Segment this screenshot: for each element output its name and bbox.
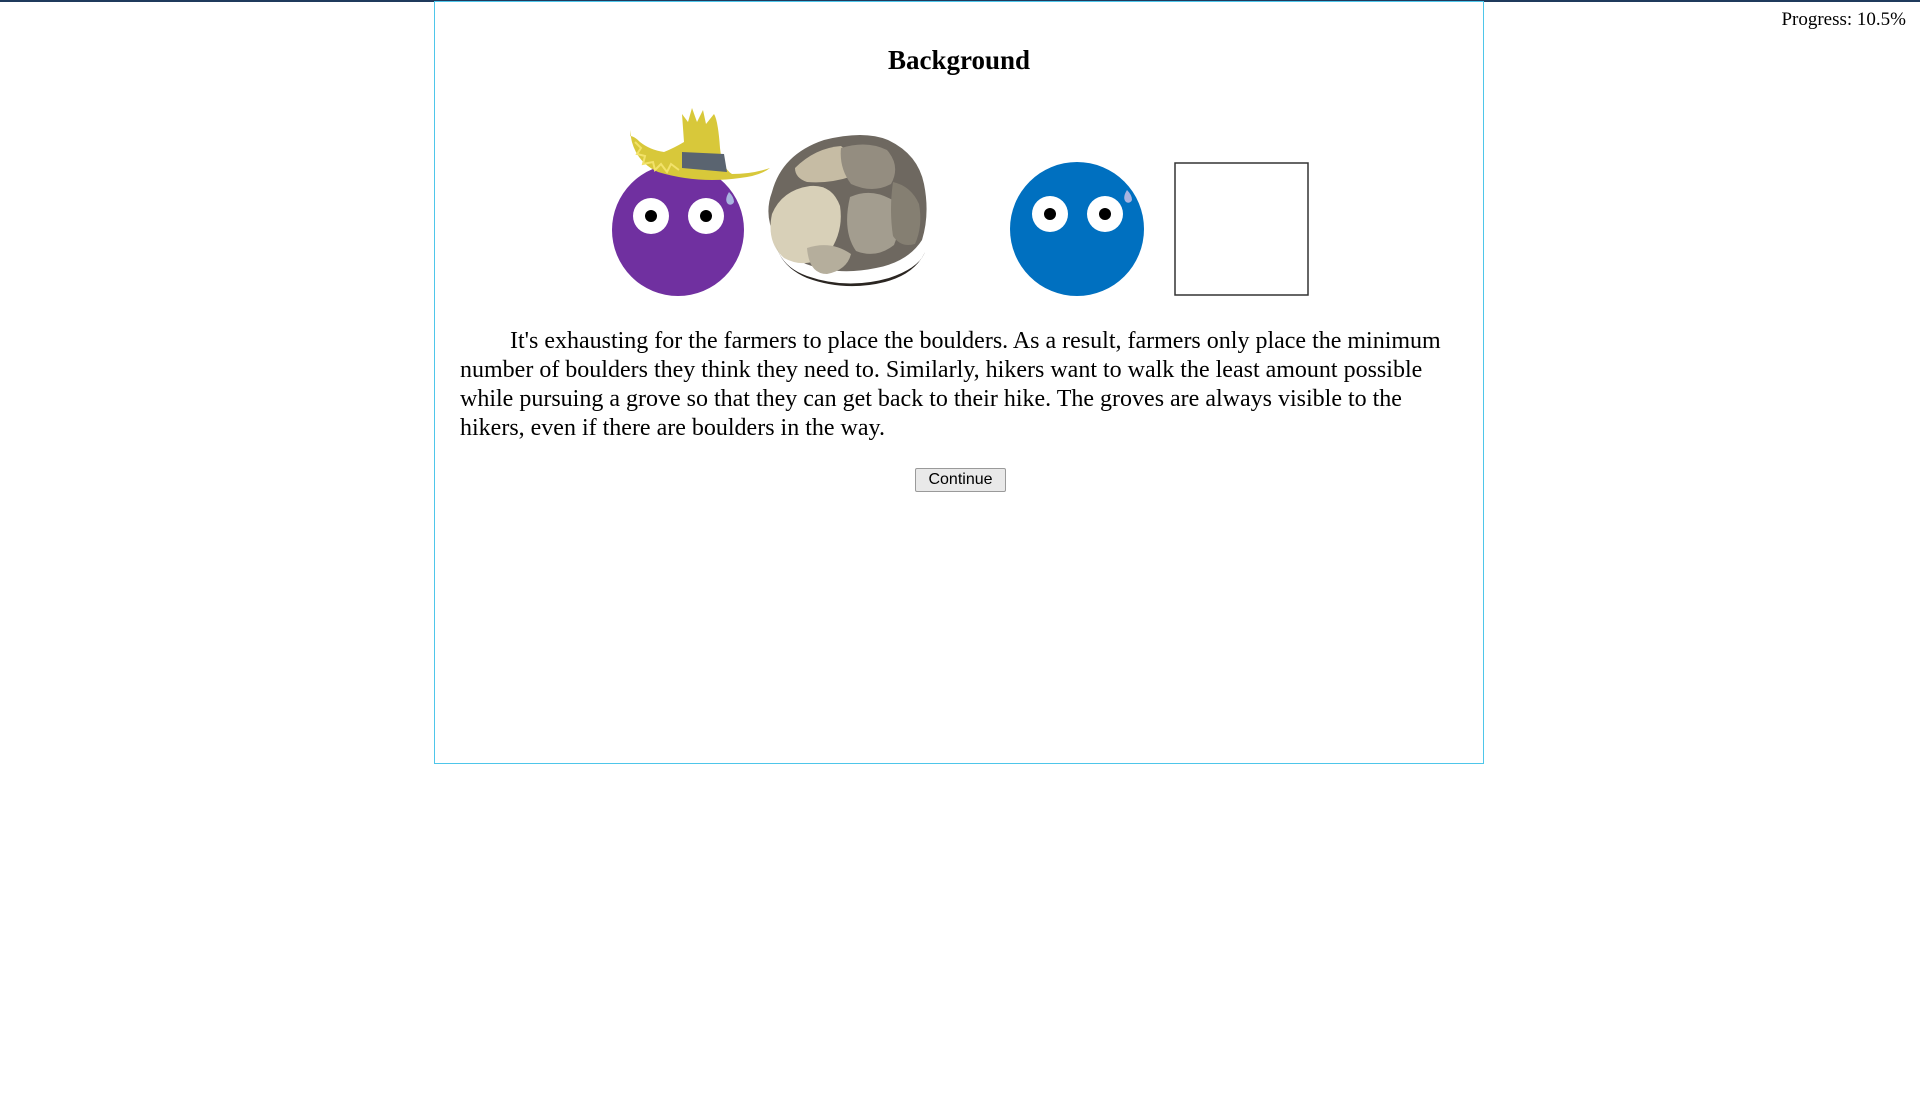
boulder-icon bbox=[768, 135, 927, 287]
content-panel: Background It's exhausting for the farme… bbox=[434, 1, 1484, 764]
illustration bbox=[612, 108, 1309, 296]
progress-indicator: Progress: 10.5% bbox=[1781, 9, 1906, 30]
continue-button[interactable]: Continue bbox=[915, 468, 1006, 492]
grove-placeholder bbox=[1174, 162, 1309, 296]
hiker-icon bbox=[1010, 162, 1144, 296]
background-paragraph: It's exhausting for the farmers to place… bbox=[460, 328, 1441, 441]
farmer-icon bbox=[612, 108, 770, 296]
